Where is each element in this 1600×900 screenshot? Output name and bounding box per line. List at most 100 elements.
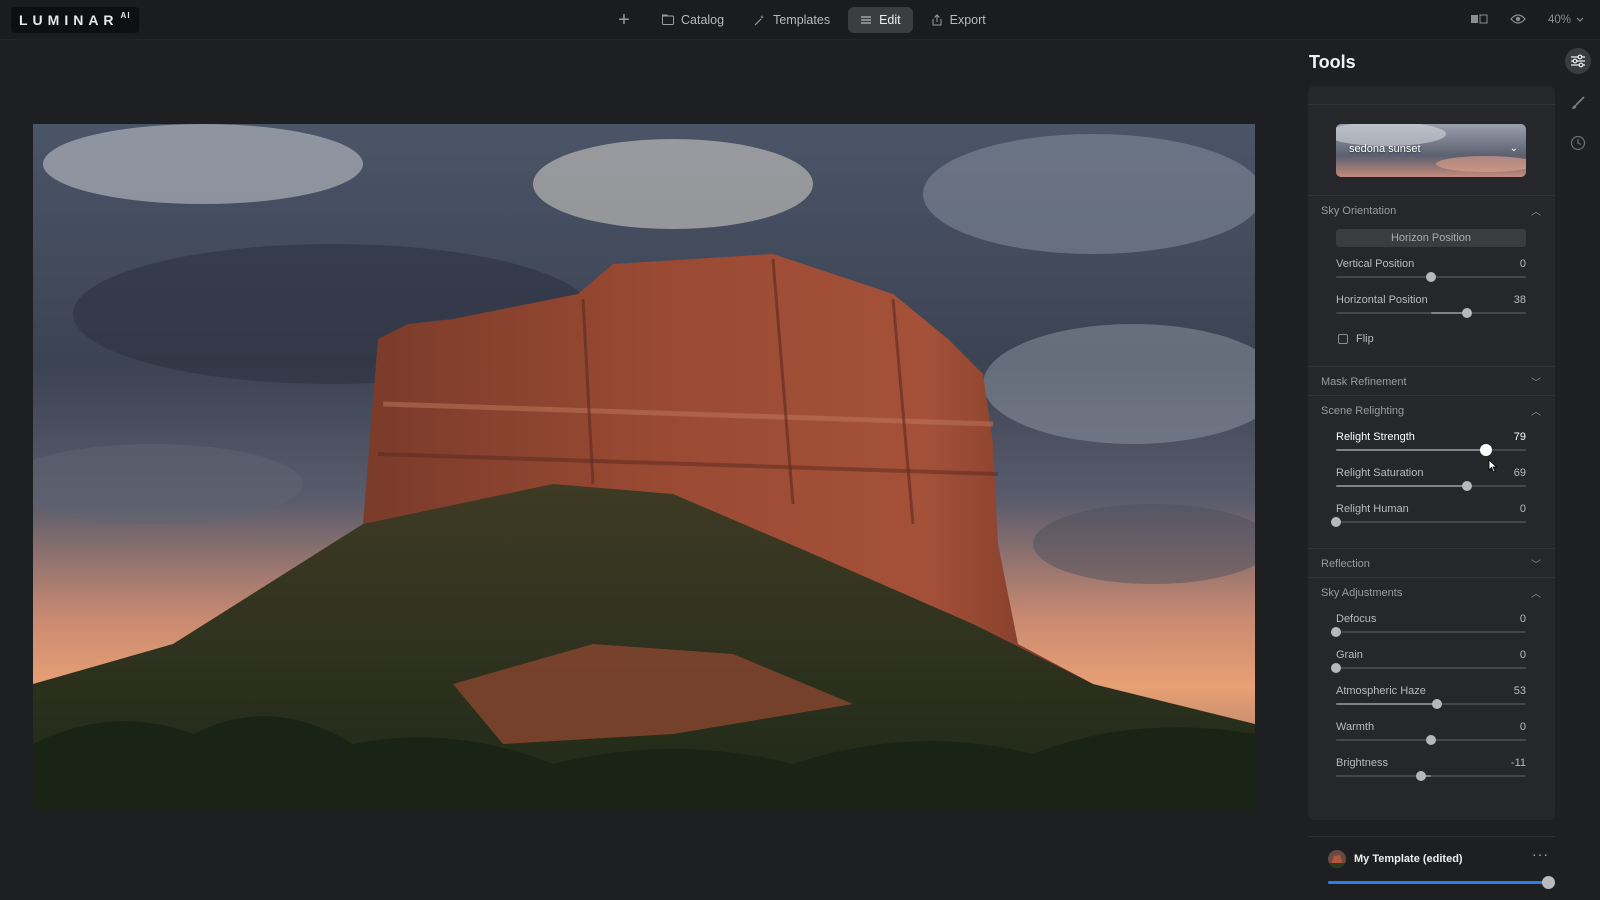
slider-track[interactable] xyxy=(1336,631,1526,633)
slider-label: Relight Saturation xyxy=(1336,467,1424,479)
slider-value: 0 xyxy=(1519,503,1526,515)
slider-knob[interactable] xyxy=(1480,444,1493,456)
section-title: Sky Adjustments xyxy=(1321,586,1403,599)
view-controls: 40% xyxy=(1470,7,1584,33)
add-photos-button[interactable]: + xyxy=(612,7,636,33)
luminar-logo: LUMINAR AI xyxy=(11,7,139,33)
tools-sliders-button[interactable] xyxy=(1565,48,1591,74)
slider-value: 0 xyxy=(1519,613,1526,625)
slider-relight-human[interactable]: Relight Human 0 xyxy=(1331,503,1526,535)
slider-track[interactable] xyxy=(1336,521,1526,523)
slider-label: Grain xyxy=(1336,649,1363,661)
template-amount-fill xyxy=(1328,881,1548,884)
nav-catalog[interactable]: Catalog xyxy=(650,7,736,33)
section-reflection[interactable]: Reflection ﹀ xyxy=(1308,548,1555,578)
nav-edit[interactable]: Edit xyxy=(848,7,913,33)
templates-icon xyxy=(754,15,765,26)
nav-templates-label: Templates xyxy=(773,13,831,27)
history-clock-icon xyxy=(1570,135,1586,151)
template-name: My Template (edited) xyxy=(1354,853,1463,865)
slider-track[interactable] xyxy=(1336,667,1526,669)
section-title: Sky Orientation xyxy=(1321,204,1397,217)
zoom-dropdown[interactable]: 40% xyxy=(1548,14,1584,26)
more-icon[interactable]: ··· xyxy=(1532,846,1549,862)
flip-checkbox[interactable]: Flip xyxy=(1338,333,1374,345)
image-canvas xyxy=(0,40,1270,900)
slider-label: Relight Strength xyxy=(1336,431,1415,443)
slider-label: Defocus xyxy=(1336,613,1377,625)
compare-icon[interactable] xyxy=(1470,13,1488,28)
chevron-up-icon: ︿ xyxy=(1531,207,1541,218)
sky-selector[interactable]: sedona sunset ⌄ xyxy=(1336,124,1526,177)
slider-label: Atmospheric Haze xyxy=(1336,685,1426,697)
zoom-value: 40% xyxy=(1547,14,1571,26)
tools-title: Tools xyxy=(1309,52,1356,72)
slider-knob[interactable] xyxy=(1331,517,1341,527)
logo-wordmark: LUMINAR xyxy=(19,12,119,28)
slider-value: 0 xyxy=(1519,258,1526,270)
mouse-cursor xyxy=(1488,459,1498,473)
section-mask-refinement[interactable]: Mask Refinement ﹀ xyxy=(1308,366,1555,396)
template-thumbnail xyxy=(1328,850,1346,868)
sky-selector-value: sedona sunset xyxy=(1349,143,1421,155)
edit-icon xyxy=(861,16,872,24)
section-sky-orientation[interactable]: Sky Orientation ︿ xyxy=(1308,195,1555,225)
slider-horizontal-position[interactable]: Horizontal Position 38 xyxy=(1336,294,1526,326)
horizon-position-button[interactable]: Horizon Position xyxy=(1336,229,1526,247)
chevron-up-icon: ︿ xyxy=(1531,407,1541,418)
slider-knob[interactable] xyxy=(1415,771,1426,781)
slider-vertical-position[interactable]: Vertical Position 0 xyxy=(1336,258,1526,290)
slider-knob[interactable] xyxy=(1431,699,1442,709)
nav-export[interactable]: Export xyxy=(919,7,998,33)
export-icon xyxy=(932,14,942,26)
slider-value: 0 xyxy=(1519,721,1526,733)
history-button[interactable] xyxy=(1565,130,1591,156)
nav-templates[interactable]: Templates xyxy=(742,7,842,33)
section-title: Scene Relighting xyxy=(1321,404,1405,417)
eye-icon[interactable] xyxy=(1510,13,1526,28)
slider-value: 0 xyxy=(1519,649,1526,661)
chevron-down-icon xyxy=(1576,14,1584,26)
top-bar: LUMINAR AI + Catalog Templates Edit Expo… xyxy=(0,0,1600,40)
chevron-down-icon: ﹀ xyxy=(1531,378,1541,389)
photo-preview[interactable] xyxy=(33,124,1255,810)
checkbox-box[interactable] xyxy=(1338,334,1348,344)
nav-catalog-label: Catalog xyxy=(681,13,725,27)
logo-suffix: AI xyxy=(120,11,131,20)
section-sky-adjustments[interactable]: Sky Adjustments ︿ xyxy=(1308,577,1555,607)
panel-divider xyxy=(1308,104,1555,105)
slider-grain[interactable]: Grain 0 xyxy=(1331,649,1526,681)
slider-track[interactable] xyxy=(1336,775,1526,777)
slider-knob[interactable] xyxy=(1331,663,1341,673)
plus-icon: + xyxy=(618,8,630,31)
brush-button[interactable] xyxy=(1565,90,1591,116)
chevron-down-icon: ⌄ xyxy=(1509,143,1518,154)
photo-sedona-butte xyxy=(33,124,1255,810)
slider-fill xyxy=(1336,449,1487,451)
slider-atmospheric-haze[interactable]: Atmospheric Haze 53 xyxy=(1336,685,1526,717)
main-nav: + Catalog Templates Edit Export xyxy=(612,7,998,33)
tools-sliders-icon xyxy=(1571,54,1585,68)
brush-icon xyxy=(1572,96,1585,109)
slider-value: 38 xyxy=(1513,294,1526,306)
slider-label: Warmth xyxy=(1336,721,1375,733)
slider-knob[interactable] xyxy=(1331,627,1341,637)
template-divider xyxy=(1308,836,1555,837)
chevron-up-icon: ︿ xyxy=(1531,589,1541,600)
section-scene-relighting[interactable]: Scene Relighting ︿ xyxy=(1308,395,1555,425)
slider-label: Brightness xyxy=(1336,757,1388,769)
catalog-icon xyxy=(662,14,674,25)
slider-warmth[interactable]: Warmth 0 xyxy=(1336,721,1526,753)
slider-knob[interactable] xyxy=(1462,481,1473,491)
template-bar: My Template (edited) ··· xyxy=(1308,836,1555,900)
section-title: Mask Refinement xyxy=(1321,375,1407,388)
slider-knob[interactable] xyxy=(1462,308,1473,318)
slider-defocus[interactable]: Defocus 0 xyxy=(1331,613,1526,645)
tool-rail xyxy=(1555,40,1600,900)
slider-knob[interactable] xyxy=(1426,272,1436,282)
slider-knob[interactable] xyxy=(1426,735,1436,745)
slider-brightness[interactable]: Brightness -11 xyxy=(1336,757,1526,789)
template-amount-knob[interactable] xyxy=(1542,876,1555,889)
slider-value: 69 xyxy=(1513,467,1526,479)
slider-label: Relight Human xyxy=(1336,503,1409,515)
